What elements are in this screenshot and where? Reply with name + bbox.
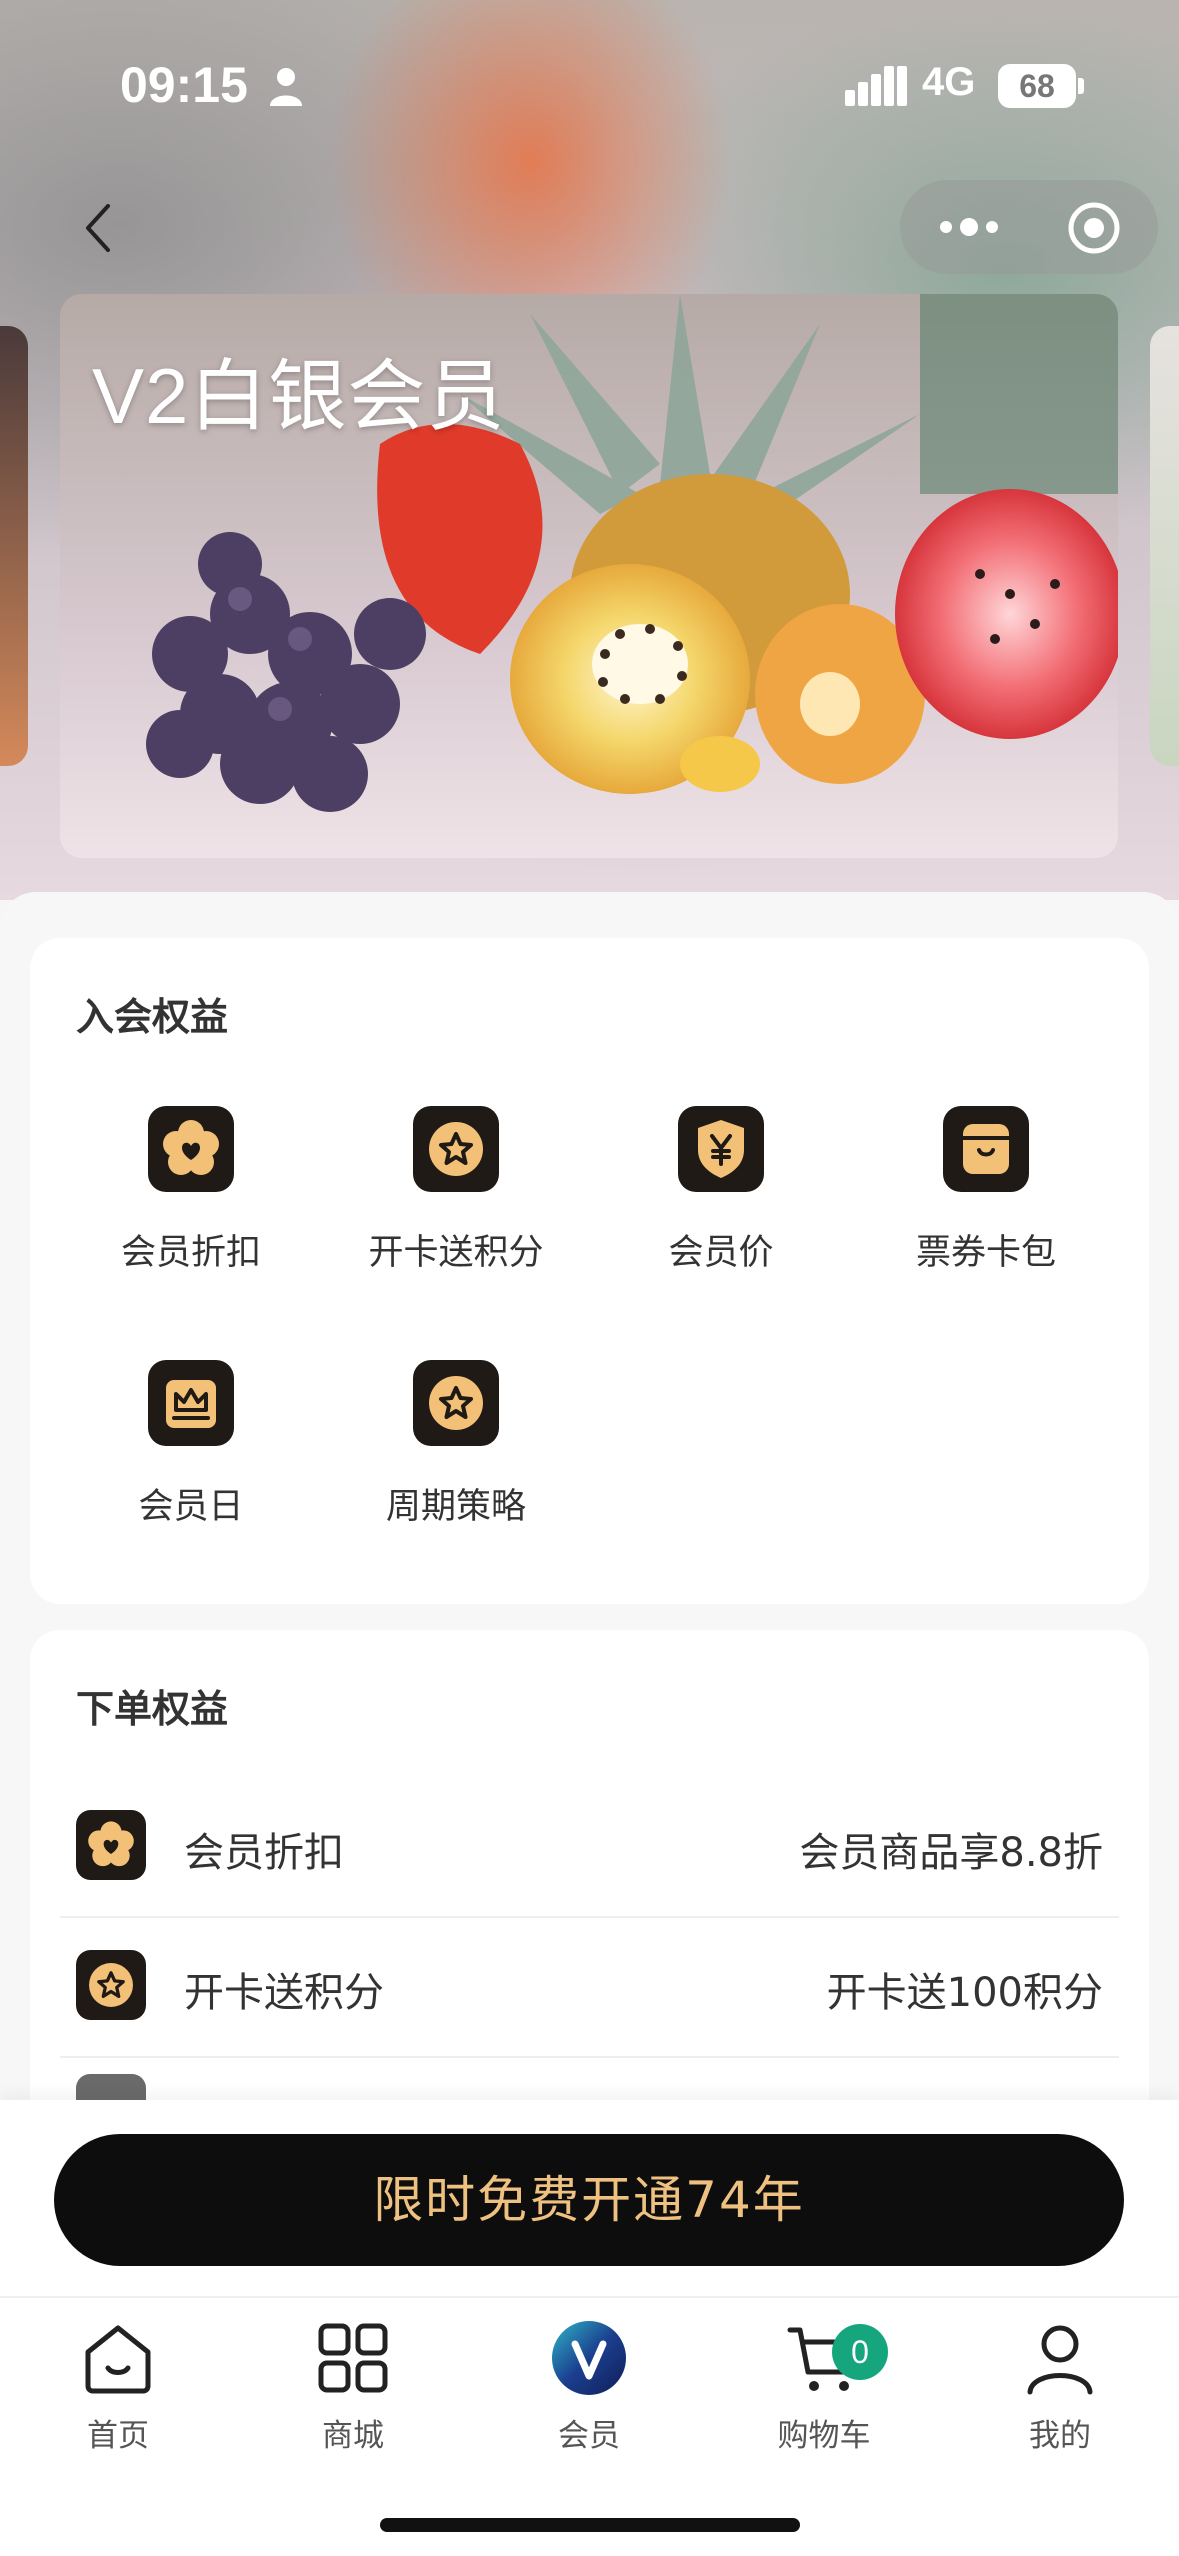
tab-label: 购物车: [777, 2418, 871, 2454]
order-benefit-desc: 开卡送100积分: [826, 1970, 1103, 2016]
tab-member[interactable]: 会员: [489, 2320, 689, 2470]
card-title: V2白银会员: [92, 352, 506, 440]
user-icon: [1027, 2325, 1093, 2395]
star-badge-icon: [76, 1950, 146, 2020]
benefit-label: 会员折扣: [120, 1233, 261, 1273]
benefit-label: 开卡送积分: [368, 1233, 544, 1273]
status-time: 09:15: [120, 57, 248, 113]
star-badge-icon: [413, 1106, 499, 1192]
join-benefits-panel: 入会权益 会员折扣 开卡送积分 会员价 票券卡包 会员日 周期策略: [30, 938, 1149, 1604]
battery-tip: [1078, 78, 1084, 94]
cta-bar: 限时免费开通74年: [0, 2100, 1179, 2296]
star-badge-icon: [413, 1360, 499, 1446]
flower-heart-icon: [148, 1106, 234, 1192]
order-benefit-name: 会员折扣: [184, 1830, 344, 1876]
home-indicator: [380, 2518, 800, 2532]
tab-bar: 首页 商城 会员 0 购物车 我的: [0, 2296, 1179, 2556]
home-icon: [85, 2325, 151, 2394]
tab-label: 我的: [1029, 2418, 1091, 2454]
benefit-label: 会员日: [138, 1487, 244, 1527]
join-benefits-title: 入会权益: [76, 995, 229, 1039]
member-card[interactable]: V2白银会员: [60, 294, 1118, 858]
order-benefit-name: 开卡送积分: [184, 1970, 384, 2016]
person-icon: [270, 68, 302, 106]
tab-mine[interactable]: 我的: [960, 2320, 1160, 2470]
row-divider: [60, 2056, 1119, 2058]
order-benefit-row-points[interactable]: 开卡送积分 开卡送100积分: [60, 1914, 1119, 2054]
yen-shield-icon: [678, 1106, 764, 1192]
tab-cart[interactable]: 0 购物车: [724, 2320, 924, 2470]
flower-heart-icon: [76, 1810, 146, 1880]
wallet-icon: [943, 1106, 1029, 1192]
cart-count-badge: 0: [832, 2324, 888, 2380]
order-benefit-desc: 会员商品享8.8折: [799, 1830, 1103, 1876]
more-dots-icon[interactable]: [934, 208, 1004, 246]
crown-icon: [148, 1360, 234, 1446]
tab-label: 会员: [558, 2418, 620, 2454]
tab-label: 商城: [322, 2418, 384, 2454]
order-benefits-title: 下单权益: [76, 1687, 229, 1731]
order-benefits-panel: 下单权益 会员折扣 会员商品享8.8折 开卡送积分 开卡送100积分: [30, 1630, 1149, 2150]
vip-logo-icon: [552, 2321, 626, 2395]
battery-level: 68: [998, 64, 1076, 108]
benefit-label: 周期策略: [385, 1487, 526, 1527]
benefit-label: 会员价: [668, 1233, 774, 1273]
order-benefit-row-discount[interactable]: 会员折扣 会员商品享8.8折: [60, 1774, 1119, 1914]
benefit-coupon-wallet[interactable]: 票券卡包: [868, 1106, 1098, 1286]
benefit-member-price[interactable]: 会员价: [603, 1106, 833, 1286]
back-arrow-icon[interactable]: [78, 200, 122, 256]
tab-mall[interactable]: 商城: [253, 2320, 453, 2470]
benefit-cycle-strategy[interactable]: 周期策略: [338, 1360, 568, 1540]
benefit-member-discount[interactable]: 会员折扣: [73, 1106, 303, 1286]
grid-icon: [318, 2323, 388, 2393]
carousel-next-card[interactable]: [1150, 326, 1179, 766]
close-target-icon[interactable]: [1066, 200, 1122, 256]
benefit-label: 票券卡包: [915, 1233, 1056, 1273]
network-type: 4G: [922, 60, 976, 104]
miniapp-capsule: [900, 180, 1158, 274]
open-membership-button[interactable]: 限时免费开通74年: [54, 2134, 1124, 2266]
carousel-prev-card[interactable]: [0, 326, 28, 766]
status-bar: 09:15 4G 68: [0, 0, 1179, 160]
signal-icon: [845, 66, 907, 106]
tab-home[interactable]: 首页: [18, 2320, 218, 2470]
benefit-card-points[interactable]: 开卡送积分: [338, 1106, 568, 1286]
tab-label: 首页: [87, 2418, 149, 2454]
benefit-member-day[interactable]: 会员日: [73, 1360, 303, 1540]
